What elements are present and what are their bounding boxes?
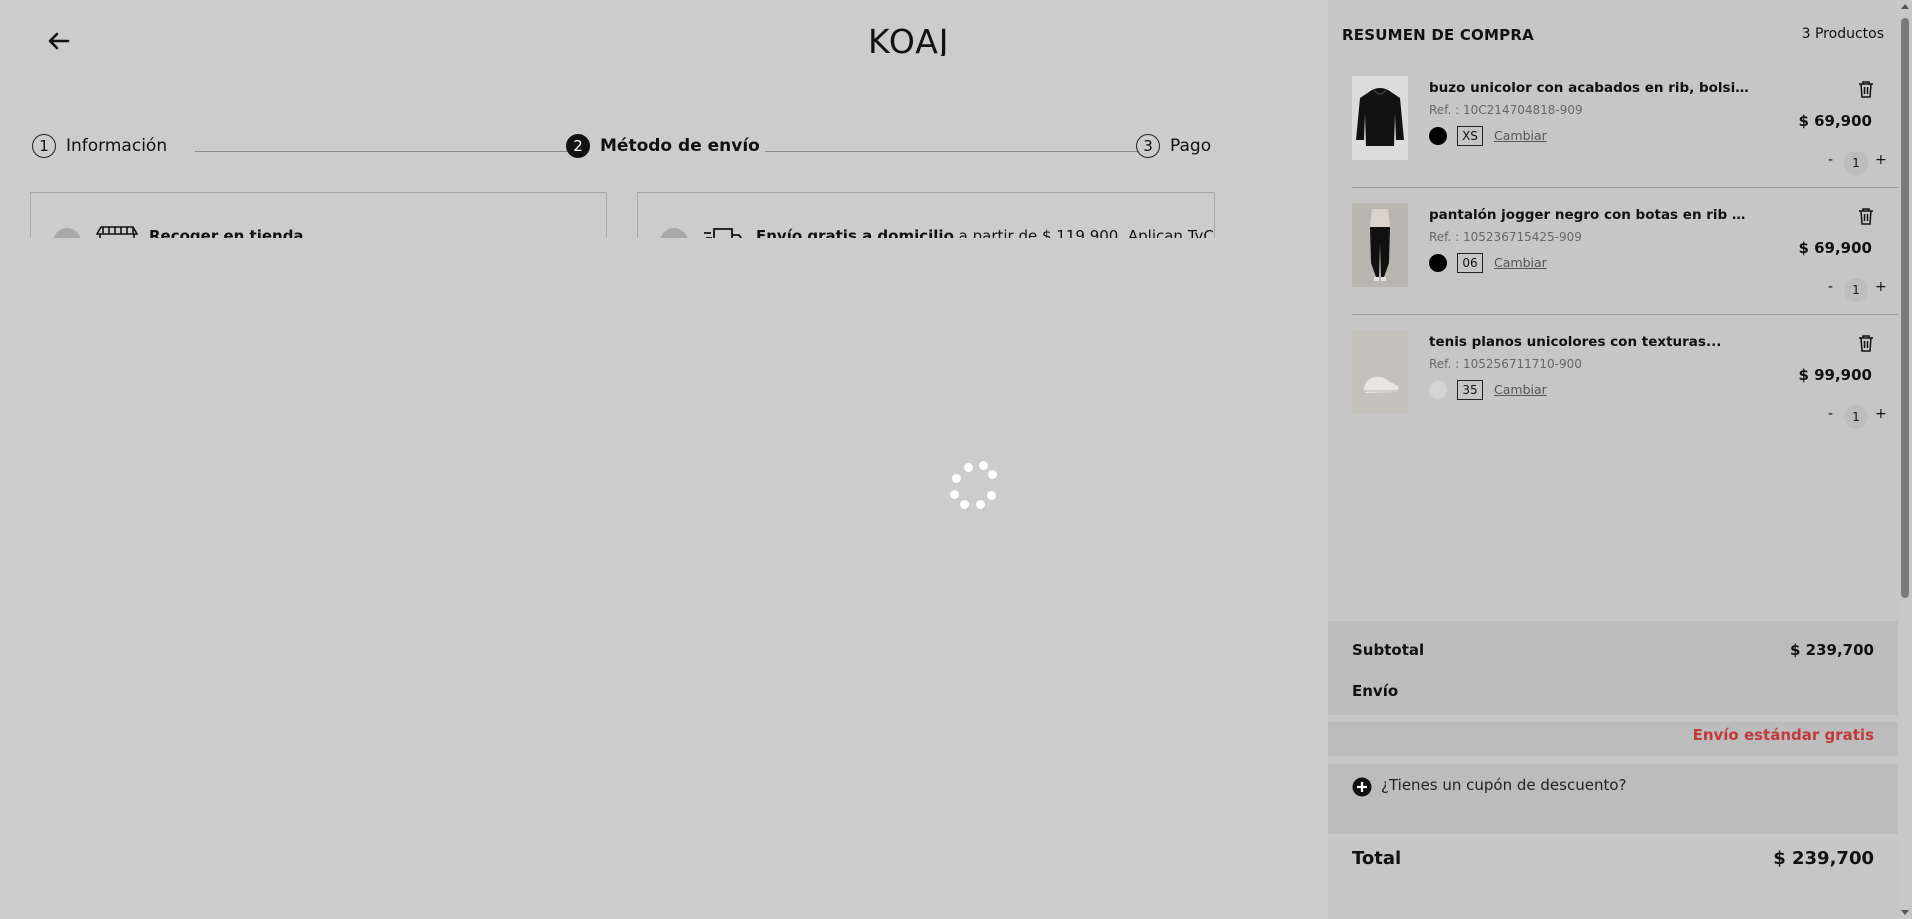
loading-spinner-icon <box>944 458 1000 514</box>
change-variant-link[interactable]: Cambiar <box>1494 382 1547 397</box>
total-label: Total <box>1352 848 1402 869</box>
coupon-toggle[interactable]: ¿Tienes un cupón de descuento? <box>1328 764 1898 834</box>
checkout-main: KOAJ 1 Información 2 Método de envío 3 P… <box>0 0 1328 919</box>
scrollbar[interactable] <box>1898 0 1912 919</box>
trash-icon[interactable] <box>1858 207 1874 229</box>
product-count: 3 Productos <box>1801 26 1884 42</box>
step-shipping-method[interactable]: 2 Método de envío <box>566 134 760 158</box>
subtotal-label: Subtotal <box>1352 641 1425 659</box>
step-information[interactable]: 1 Información <box>32 134 167 158</box>
product-name[interactable]: buzo unicolor con acabados en rib, bolsi… <box>1429 80 1749 96</box>
subtotal-row: Subtotal $ 239,700 <box>1352 641 1874 659</box>
step-payment[interactable]: 3 Pago <box>1136 134 1211 158</box>
increase-qty-button[interactable]: + <box>1875 152 1887 168</box>
coupon-label: ¿Tienes un cupón de descuento? <box>1381 776 1627 794</box>
increase-qty-button[interactable]: + <box>1875 406 1887 422</box>
step-label: Información <box>66 136 168 156</box>
step-number: 1 <box>32 134 56 158</box>
size-badge: 06 <box>1457 253 1483 273</box>
scroll-down-icon[interactable] <box>1901 910 1909 915</box>
product-price: $ 69,900 <box>1798 112 1872 130</box>
product-image-jogger[interactable] <box>1352 203 1408 287</box>
order-summary-panel: RESUMEN DE COMPRA 3 Productos buzo unico… <box>1328 0 1898 919</box>
change-variant-link[interactable]: Cambiar <box>1494 128 1547 143</box>
radio-button[interactable] <box>660 228 688 238</box>
product-price: $ 99,900 <box>1798 366 1872 384</box>
koaj-logo[interactable]: KOAJ <box>868 22 972 61</box>
totals-block: Subtotal $ 239,700 Envío <box>1328 621 1898 715</box>
step-label: Pago <box>1170 136 1212 156</box>
shipping-label: Envío <box>1352 682 1399 700</box>
color-swatch <box>1429 127 1447 145</box>
shipping-option-store-pickup[interactable]: Recoger en tienda <box>30 192 607 238</box>
quantity-stepper: - 1 + <box>1828 405 1888 430</box>
decrease-qty-button[interactable]: - <box>1828 152 1833 168</box>
subtotal-value: $ 239,700 <box>1790 641 1874 659</box>
shipping-row: Envío <box>1352 682 1874 700</box>
total-row: Total $ 239,700 <box>1352 848 1874 869</box>
color-swatch <box>1429 381 1447 399</box>
step-connector <box>195 151 568 152</box>
product-name[interactable]: pantalón jogger negro con botas en rib y… <box>1429 207 1749 223</box>
product-ref: Ref. : 105256711710-900 <box>1429 357 1582 371</box>
step-connector <box>765 151 1139 152</box>
summary-title: RESUMEN DE COMPRA <box>1342 26 1534 44</box>
checkout-steps: 1 Información 2 Método de envío 3 Pago <box>32 134 1212 168</box>
step-number: 3 <box>1136 134 1160 158</box>
quantity-value: 1 <box>1844 151 1868 175</box>
decrease-qty-button[interactable]: - <box>1828 279 1833 295</box>
color-swatch <box>1429 254 1447 272</box>
cart-item: pantalón jogger negro con botas en rib y… <box>1328 203 1898 330</box>
item-divider <box>1352 314 1898 315</box>
quantity-value: 1 <box>1844 405 1868 429</box>
quantity-stepper: - 1 + <box>1828 151 1888 176</box>
increase-qty-button[interactable]: + <box>1875 279 1887 295</box>
size-badge: XS <box>1457 126 1483 146</box>
option-title: Recoger en tienda <box>149 227 304 238</box>
quantity-value: 1 <box>1844 278 1868 302</box>
cart-item: tenis planos unicolores con texturas... … <box>1328 330 1898 457</box>
step-label: Método de envío <box>600 136 760 156</box>
product-ref: Ref. : 105236715425-909 <box>1429 230 1582 244</box>
decrease-qty-button[interactable]: - <box>1828 406 1833 422</box>
product-image-sneakers[interactable] <box>1352 330 1408 414</box>
store-icon <box>95 225 139 238</box>
plus-circle-icon <box>1352 777 1372 801</box>
scroll-up-icon[interactable] <box>1901 4 1909 9</box>
item-divider <box>1352 187 1898 188</box>
step-number: 2 <box>566 134 590 158</box>
product-name[interactable]: tenis planos unicolores con texturas... <box>1429 334 1749 350</box>
product-price: $ 69,900 <box>1798 239 1872 257</box>
shipping-note: Envío estándar gratis <box>1328 722 1898 756</box>
trash-icon[interactable] <box>1858 80 1874 102</box>
logo-text: KOAJ <box>868 26 950 56</box>
size-badge: 35 <box>1457 380 1483 400</box>
scrollbar-thumb[interactable] <box>1901 18 1909 598</box>
change-variant-link[interactable]: Cambiar <box>1494 255 1547 270</box>
truck-icon <box>702 225 746 238</box>
quantity-stepper: - 1 + <box>1828 278 1888 303</box>
free-shipping-text: Envío estándar gratis <box>1692 726 1874 744</box>
option-title: Envío gratis a domicilio <box>756 227 954 238</box>
trash-icon[interactable] <box>1858 334 1874 356</box>
option-detail: a partir de $ 119,900. Aplican TyC <box>958 227 1214 238</box>
shipping-option-home-delivery[interactable]: Envío gratis a domicilio a partir de $ 1… <box>637 192 1215 238</box>
back-arrow-icon[interactable] <box>44 26 74 56</box>
product-ref: Ref. : 10C214704818-909 <box>1429 103 1583 117</box>
total-value: $ 239,700 <box>1773 848 1874 869</box>
radio-button[interactable] <box>53 228 81 238</box>
cart-item: buzo unicolor con acabados en rib, bolsi… <box>1328 76 1898 203</box>
product-image-hoodie[interactable] <box>1352 76 1408 160</box>
